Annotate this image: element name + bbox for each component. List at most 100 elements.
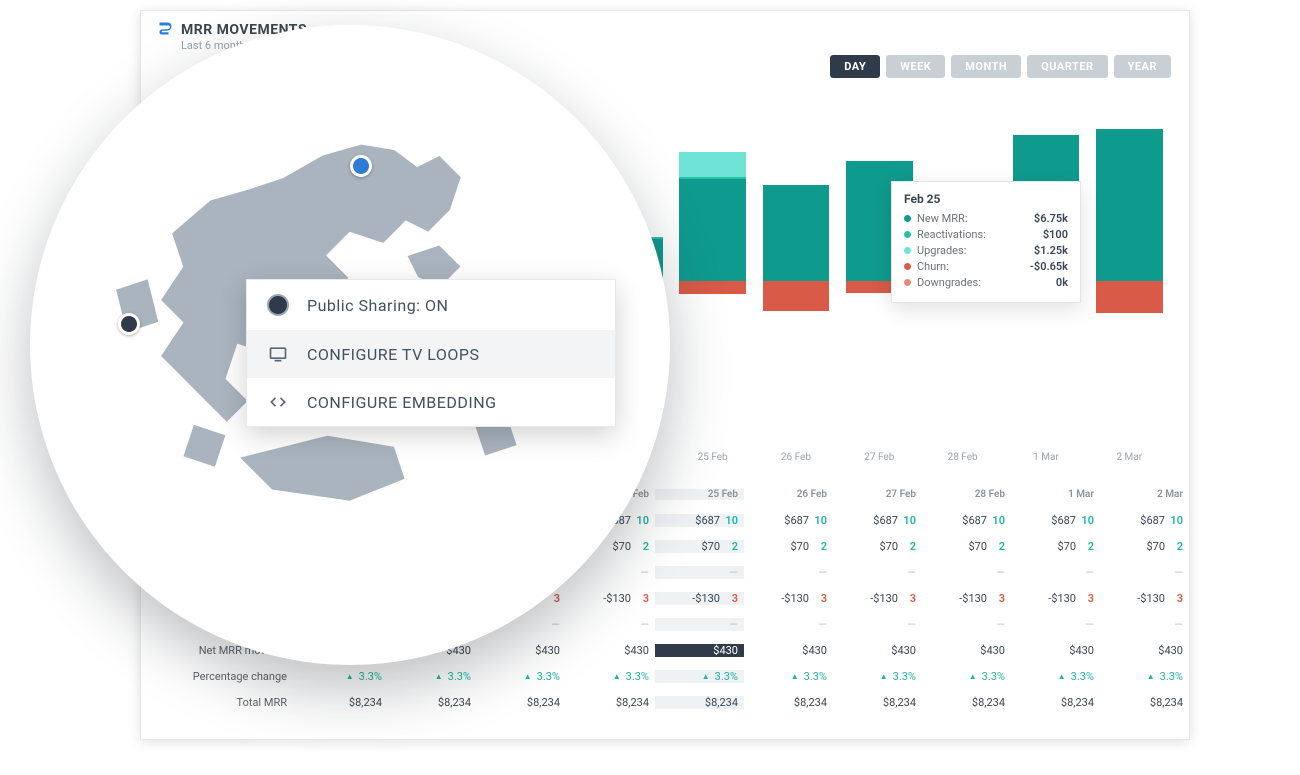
table-cell: ▲3.3% <box>833 670 922 683</box>
table-cell: — <box>744 566 833 579</box>
table-cell: $430 <box>744 644 833 657</box>
table-row: Total MRR$8,234$8,234$8,234$8,234$8,234$… <box>141 689 1189 715</box>
map-marker-blue[interactable] <box>350 155 372 177</box>
table-cell: $430 <box>1100 644 1189 657</box>
table-header-cell: 27 Feb <box>833 489 922 500</box>
table-cell: -$1303 <box>922 592 1011 605</box>
table-cell: — <box>833 566 922 579</box>
tooltip-row: Downgrades: 0k <box>904 276 1068 289</box>
table-cell: $702 <box>1011 540 1100 553</box>
x-tick: 25 Feb <box>671 452 754 463</box>
period-tab-day[interactable]: DAY <box>830 55 880 78</box>
tooltip-title: Feb 25 <box>904 192 1068 206</box>
bar-segment <box>1096 281 1163 313</box>
toggle-icon <box>267 294 289 316</box>
table-cell: — <box>1100 566 1189 579</box>
bar-segment <box>679 179 746 281</box>
table-cell: $702 <box>833 540 922 553</box>
table-cell: ▲3.3% <box>388 670 477 683</box>
table-row: Percentage change▲3.3%▲3.3%▲3.3%▲3.3%▲3.… <box>141 663 1189 689</box>
table-cell: $8,234 <box>922 696 1011 709</box>
bar-segment <box>763 185 830 281</box>
code-icon <box>267 392 289 412</box>
table-cell: $8,234 <box>833 696 922 709</box>
tooltip-row: Reactivations:$100 <box>904 228 1068 241</box>
tooltip-label: Upgrades: <box>917 244 1028 257</box>
table-cell: $8,234 <box>566 696 655 709</box>
tooltip-value: $1.25k <box>1034 244 1068 257</box>
embed-label: CONFIGURE EMBEDDING <box>307 393 497 412</box>
table-cell: -$1303 <box>1011 592 1100 605</box>
table-cell: ▲3.3% <box>655 670 744 683</box>
share-popup: Public Sharing: ON CONFIGURE TV LOOPS CO… <box>246 279 616 427</box>
table-cell: $8,234 <box>388 696 477 709</box>
table-cell: ▲3.3% <box>1100 670 1189 683</box>
table-cell: — <box>833 618 922 631</box>
bar-segment <box>679 152 746 177</box>
table-cell: $8,234 <box>477 696 566 709</box>
table-cell: -$1303 <box>1100 592 1189 605</box>
tooltip-value: 0k <box>1056 276 1068 289</box>
tooltip-row: Upgrades: $1.25k <box>904 244 1068 257</box>
table-cell: — <box>1100 618 1189 631</box>
chart-tooltip: Feb 25 New MRR: $6.75k Reactivations:$100 U… <box>891 181 1081 303</box>
table-cell: $8,234 <box>299 696 388 709</box>
legend-dot-icon <box>904 279 911 286</box>
table-cell: $702 <box>922 540 1011 553</box>
bar-column[interactable] <box>671 121 754 441</box>
table-cell: ▲3.3% <box>922 670 1011 683</box>
tv-icon <box>267 344 289 364</box>
magnifier-overlay: Public Sharing: ON CONFIGURE TV LOOPS CO… <box>30 25 670 665</box>
x-tick: 2 Mar <box>1088 452 1171 463</box>
period-tab-month[interactable]: MONTH <box>951 55 1021 78</box>
table-header-cell: 2 Mar <box>1100 489 1189 500</box>
bar-column[interactable] <box>1088 121 1171 441</box>
table-cell: $8,234 <box>744 696 833 709</box>
table-cell: — <box>744 618 833 631</box>
table-cell: — <box>922 618 1011 631</box>
table-cell: $8,234 <box>655 696 744 709</box>
tooltip-value: -$0.65k <box>1030 260 1068 273</box>
bar-column[interactable] <box>754 121 837 441</box>
table-cell: $68710 <box>922 514 1011 527</box>
tv-label: CONFIGURE TV LOOPS <box>307 345 479 364</box>
table-cell: $8,234 <box>1011 696 1100 709</box>
public-sharing-toggle-row[interactable]: Public Sharing: ON <box>247 280 615 330</box>
table-cell: $68710 <box>1100 514 1189 527</box>
row-label: Percentage change <box>141 670 299 683</box>
table-cell: $68710 <box>833 514 922 527</box>
table-cell: — <box>922 566 1011 579</box>
tooltip-value: $100 <box>1043 228 1068 241</box>
table-cell: $68710 <box>744 514 833 527</box>
tooltip-label: New MRR: <box>917 212 1028 225</box>
period-tab-year[interactable]: YEAR <box>1114 55 1171 78</box>
table-cell: $68710 <box>1011 514 1100 527</box>
table-cell: ▲3.3% <box>1011 670 1100 683</box>
tooltip-value: $6.75k <box>1034 212 1068 225</box>
tooltip-label: Downgrades: <box>917 276 1050 289</box>
table-cell: $430 <box>1011 644 1100 657</box>
x-tick: 27 Feb <box>838 452 921 463</box>
tooltip-row: Churn:-$0.65k <box>904 260 1068 273</box>
x-tick: 1 Mar <box>1004 452 1087 463</box>
legend-dot-icon <box>904 215 911 222</box>
table-cell: — <box>1011 618 1100 631</box>
map-marker-dark[interactable] <box>118 313 140 335</box>
table-header-cell: 1 Mar <box>1011 489 1100 500</box>
table-cell: ▲3.3% <box>299 670 388 683</box>
period-tab-quarter[interactable]: QUARTER <box>1027 55 1107 78</box>
configure-embedding-row[interactable]: CONFIGURE EMBEDDING <box>247 378 615 426</box>
period-tab-week[interactable]: WEEK <box>886 55 945 78</box>
period-tabs: DAY WEEK MONTH QUARTER YEAR <box>830 55 1171 78</box>
table-cell: $430 <box>922 644 1011 657</box>
table-cell: -$1303 <box>833 592 922 605</box>
x-tick: 28 Feb <box>921 452 1004 463</box>
configure-tv-loops-row[interactable]: CONFIGURE TV LOOPS <box>247 330 615 378</box>
toggle-switch[interactable] <box>267 294 289 316</box>
table-header-cell: 28 Feb <box>922 489 1011 500</box>
table-cell: $430 <box>833 644 922 657</box>
legend-dot-icon <box>904 231 911 238</box>
bar-segment <box>763 281 830 311</box>
bar-segment <box>1096 129 1163 281</box>
x-tick: 26 Feb <box>754 452 837 463</box>
